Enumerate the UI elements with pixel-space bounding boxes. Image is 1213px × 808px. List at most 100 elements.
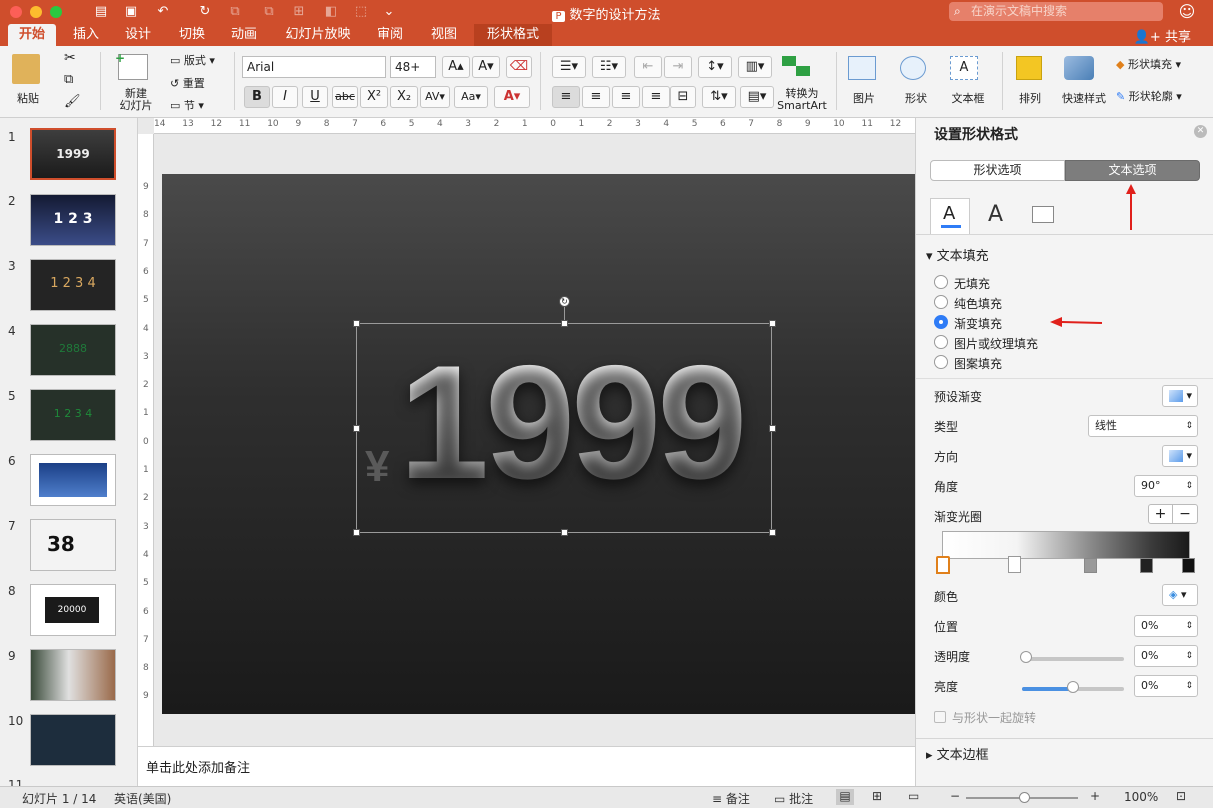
transparency-slider[interactable] [1024,657,1124,661]
align-text-icon[interactable]: ▤▾ [740,86,774,108]
increase-indent-icon[interactable]: ⇥ [664,56,692,78]
line-spacing-icon[interactable]: ↕▾ [698,56,732,78]
shape-fill-button[interactable]: ◆ 形状填充 ▾ [1116,56,1181,72]
comments-button[interactable]: ▭ 批注 [774,790,813,807]
notes-input[interactable]: 单击此处添加备注 [138,746,915,786]
justify-button[interactable]: ≡ [642,86,670,108]
picture-button[interactable]: 图片 [844,90,884,106]
convert-smartart-button[interactable]: 转换为 SmartArt [774,88,830,112]
radio-gradient-fill[interactable] [934,315,948,329]
user-account-icon[interactable]: ☺ [1178,3,1196,21]
arrange-button[interactable]: 排列 [1010,90,1050,106]
direction-select[interactable]: ▾ [1162,445,1198,467]
distributed-icon[interactable]: ⊟ [670,86,696,108]
gradient-stop[interactable] [1182,558,1195,573]
preset-gradient-select[interactable]: ▾ [1162,385,1198,407]
zoom-in-icon[interactable]: + [1090,789,1100,803]
angle-input[interactable]: 90° ⇕ [1134,475,1198,497]
columns-icon[interactable]: ▥▾ [738,56,772,78]
slide-thumbnail[interactable]: 2888 [30,324,116,376]
copy-icon[interactable]: ⧉ [64,72,73,87]
notes-button[interactable]: ≡ 备注 [712,790,750,807]
textbox-button[interactable]: 文本框 [946,90,990,106]
brightness-input[interactable]: 0% ⇕ [1134,675,1198,697]
italic-button[interactable]: I [272,86,298,108]
resize-handle[interactable] [353,529,360,536]
rotate-handle-icon[interactable]: ↻ [559,296,570,307]
reset-button[interactable]: ↺ 重置 [170,75,205,91]
layout-button[interactable]: ▭ 版式 ▾ [170,52,215,68]
change-case-icon[interactable]: Aa▾ [454,86,488,108]
color-picker[interactable]: ◈ ▾ [1162,584,1198,606]
font-name-select[interactable]: Arial [242,56,386,78]
zoom-level[interactable]: 100% [1124,790,1158,804]
arrange-icon[interactable] [1016,56,1042,80]
format-painter-icon[interactable]: 🖌 [64,94,81,109]
slide-thumbnail[interactable] [30,454,116,506]
tab-text-options[interactable]: 文本选项 [1065,160,1200,181]
tab-shape-format[interactable]: 形状格式 [474,24,552,46]
radio-no-fill[interactable] [934,275,948,289]
selected-textbox[interactable]: ↻ ¥ 1999 [353,296,776,536]
text-fill-outline-icon[interactable]: A [930,198,970,234]
resize-handle[interactable] [561,320,568,327]
superscript-button[interactable]: X² [360,86,388,108]
resize-handle[interactable] [769,529,776,536]
share-button[interactable]: 👤+ 共享 [1134,26,1191,45]
tab-review[interactable]: 审阅 [368,24,412,46]
radio-picture-fill[interactable] [934,335,948,349]
quick-styles-icon[interactable] [1064,56,1094,80]
resize-handle[interactable] [769,425,776,432]
section-button[interactable]: ▭ 节 ▾ [170,97,204,113]
align-center-button[interactable]: ≡ [582,86,610,108]
align-right-button[interactable]: ≡ [612,86,640,108]
slide-sorter-icon[interactable]: ⊞ [872,789,882,803]
position-input[interactable]: 0% ⇕ [1134,615,1198,637]
normal-view-icon[interactable]: ▤ [836,789,854,805]
slide[interactable]: ↻ ¥ 1999 [162,174,915,714]
slide-thumbnail[interactable] [30,649,116,701]
new-slide-icon[interactable]: + [115,51,148,80]
slide-thumbnail[interactable]: 1 2 3 [30,194,116,246]
cut-icon[interactable]: ✂ [64,50,76,66]
slide-thumbnail[interactable]: 1 2 3 4 [30,259,116,311]
shape-button[interactable]: 形状 [896,90,936,106]
slide-thumbnail[interactable]: 1999 [30,128,116,180]
align-left-button[interactable]: ≡ [552,86,580,108]
bold-button[interactable]: B [244,86,270,108]
zoom-slider-thumb[interactable] [1019,792,1030,803]
resize-handle[interactable] [769,320,776,327]
tab-slideshow[interactable]: 幻灯片放映 [278,24,358,46]
textbox-layout-icon[interactable] [1032,206,1054,223]
gradient-stop-selected[interactable] [936,556,950,574]
text-effects-icon[interactable]: A [988,202,1003,227]
gradient-stop[interactable] [1140,558,1153,573]
gradient-bar[interactable] [942,531,1190,559]
slider-thumb[interactable] [1020,651,1032,663]
tab-animations[interactable]: 动画 [222,24,266,46]
tab-view[interactable]: 视图 [422,24,466,46]
clear-format-icon[interactable]: ⌫ [506,56,532,78]
transparency-input[interactable]: 0% ⇕ [1134,645,1198,667]
strikethrough-button[interactable]: abc [332,86,358,108]
gradient-stop[interactable] [1084,558,1097,573]
textbox-section[interactable]: ▸ 文本边框 [926,744,989,763]
quick-styles-button[interactable]: 快速样式 [1056,90,1112,106]
smartart-icon[interactable] [782,56,812,82]
underline-button[interactable]: U [302,86,328,108]
subscript-button[interactable]: X₂ [390,86,418,108]
text-fill-section[interactable]: ▾ 文本填充 [926,245,989,264]
slide-thumbnail[interactable]: 38 [30,519,116,571]
slide-thumbnail[interactable] [30,714,116,766]
radio-solid-fill[interactable] [934,295,948,309]
resize-handle[interactable] [353,320,360,327]
textbox-icon[interactable]: A [950,56,978,80]
new-slide-button[interactable]: 新建 幻灯片 [114,88,158,112]
search-input[interactable]: ⌕ 在演示文稿中搜索 [949,2,1163,21]
slide-thumbnail[interactable]: 20000 [30,584,116,636]
slider-thumb[interactable] [1067,681,1079,693]
font-size-select[interactable]: 48+ [390,56,436,78]
add-stop-button[interactable]: + [1149,505,1173,523]
decrease-indent-icon[interactable]: ⇤ [634,56,662,78]
close-icon[interactable]: ✕ [1194,125,1207,138]
